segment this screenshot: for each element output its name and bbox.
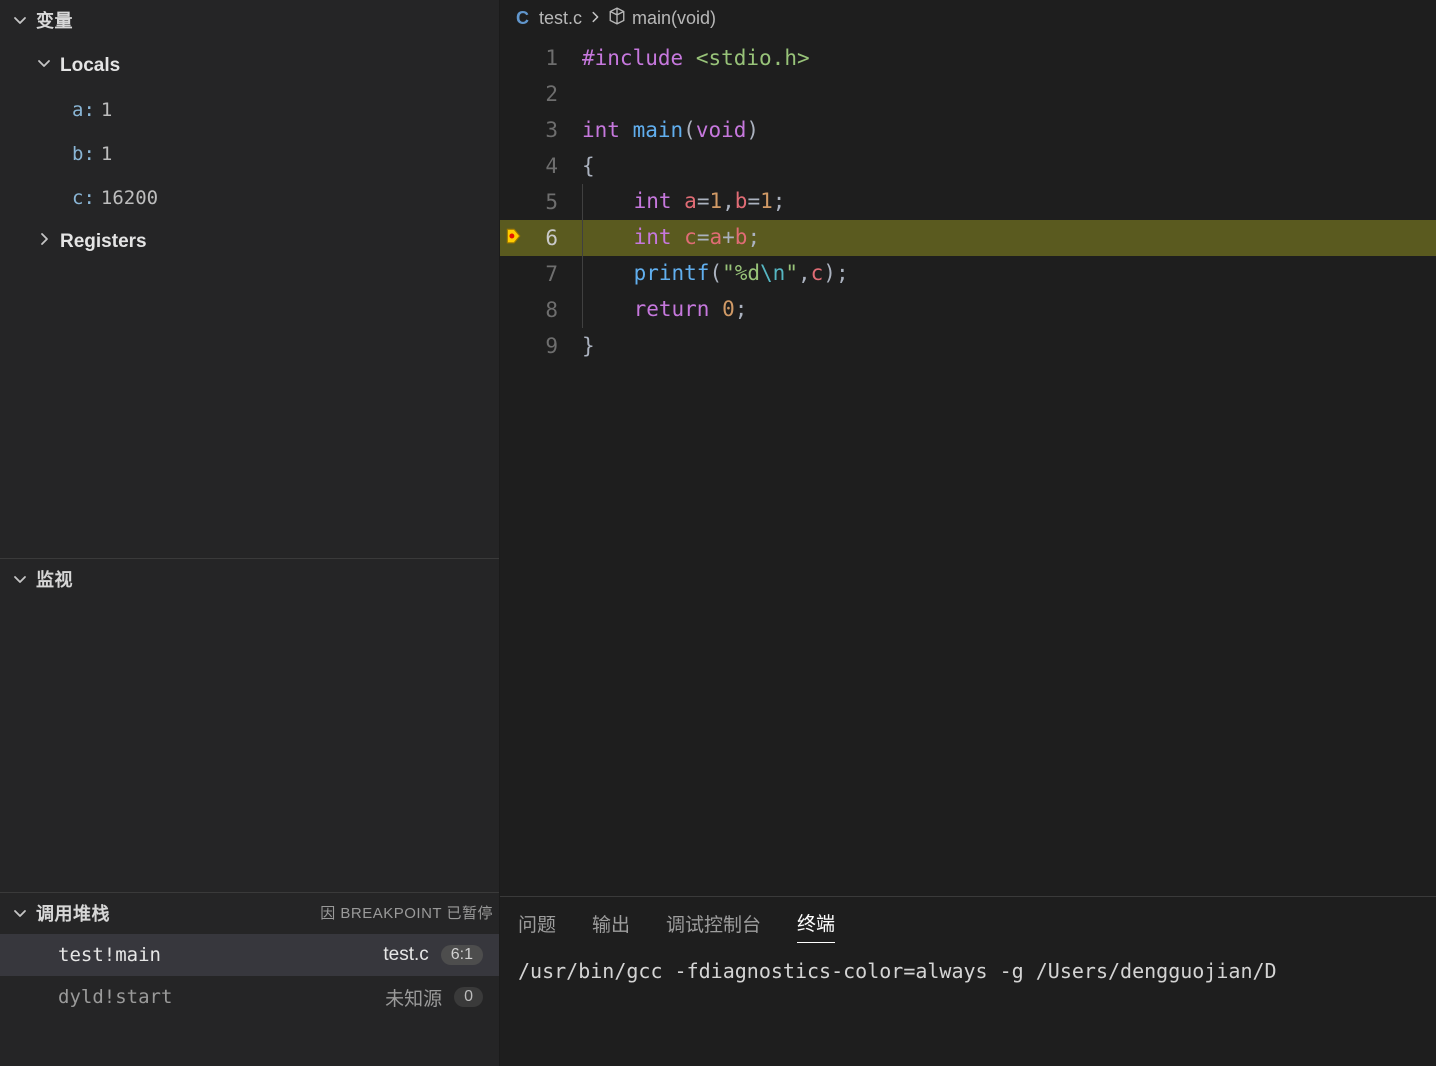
code-line[interactable]: 9}: [500, 328, 1436, 364]
code-line[interactable]: 2: [500, 76, 1436, 112]
var-row[interactable]: c: 16200: [0, 176, 499, 220]
scope-locals[interactable]: Locals: [0, 44, 499, 88]
symbol-icon: [608, 7, 626, 30]
panel-tab-output[interactable]: 输出: [592, 904, 630, 943]
code-line[interactable]: 1#include <stdio.h>: [500, 40, 1436, 76]
stack-frame[interactable]: dyld!start 未知源 0: [0, 976, 499, 1018]
code-text: {: [582, 154, 595, 178]
line-number: 3: [500, 118, 582, 142]
callstack-list: test!main test.c 6:1 dyld!start 未知源 0: [0, 932, 499, 1018]
chevron-right-icon: [36, 231, 54, 253]
line-number: 1: [500, 46, 582, 70]
editor-area: C test.c main(void) 1#include <stdio.h>2…: [500, 0, 1436, 1066]
frame-location-badge: 6:1: [441, 945, 483, 965]
line-number: 2: [500, 82, 582, 106]
code-text: int main(void): [582, 118, 759, 142]
panel-callstack-header[interactable]: 调用堆栈 因 BREAKPOINT 已暂停: [0, 892, 499, 932]
code-text: int a=1,b=1;: [582, 184, 785, 220]
chevron-down-icon: [10, 903, 30, 923]
panel-variables: 变量 Locals a: 1 b: 1 c: 16200: [0, 0, 499, 558]
line-number: 9: [500, 334, 582, 358]
code-text: }: [582, 334, 595, 358]
line-number: 4: [500, 154, 582, 178]
code-line[interactable]: 7 printf("%d\n",c);: [500, 256, 1436, 292]
chevron-down-icon: [10, 10, 30, 30]
panel-tab-terminal[interactable]: 终端: [797, 903, 835, 943]
variables-tree: Locals a: 1 b: 1 c: 16200 Registers: [0, 40, 499, 268]
code-text: return 0;: [582, 292, 747, 328]
debug-sidebar: 变量 Locals a: 1 b: 1 c: 16200: [0, 0, 500, 1066]
panel-callstack: 调用堆栈 因 BREAKPOINT 已暂停 test!main test.c 6…: [0, 892, 499, 1066]
panel-tabs: 问题输出调试控制台终端: [500, 897, 1436, 949]
panel-variables-title: 变量: [36, 7, 73, 33]
code-line[interactable]: 6 int c=a+b;: [500, 220, 1436, 256]
panel-callstack-title: 调用堆栈: [36, 900, 110, 926]
scope-label: Locals: [60, 55, 120, 77]
breadcrumbs[interactable]: C test.c main(void): [500, 0, 1436, 36]
scope-registers[interactable]: Registers: [0, 220, 499, 264]
code-line[interactable]: 8 return 0;: [500, 292, 1436, 328]
terminal-output[interactable]: /usr/bin/gcc -fdiagnostics-color=always …: [500, 949, 1436, 1066]
var-row[interactable]: b: 1: [0, 132, 499, 176]
line-number: 5: [500, 190, 582, 214]
code-line[interactable]: 3int main(void): [500, 112, 1436, 148]
panel-watch-title: 监视: [36, 566, 73, 592]
chevron-right-icon: [588, 8, 602, 29]
code-text: int c=a+b;: [582, 220, 760, 256]
line-number: 6: [500, 226, 582, 250]
var-row[interactable]: a: 1: [0, 88, 499, 132]
scope-label: Registers: [60, 231, 147, 253]
line-number: 8: [500, 298, 582, 322]
panel-variables-header[interactable]: 变量: [0, 0, 499, 40]
panel-watch-header[interactable]: 监视: [0, 558, 499, 598]
bottom-panel: 问题输出调试控制台终端 /usr/bin/gcc -fdiagnostics-c…: [500, 896, 1436, 1066]
code-text: #include <stdio.h>: [582, 46, 810, 70]
code-line[interactable]: 4{: [500, 148, 1436, 184]
stack-frame[interactable]: test!main test.c 6:1: [0, 934, 499, 976]
breadcrumb-symbol[interactable]: main(void): [632, 8, 716, 29]
panel-tab-problems[interactable]: 问题: [518, 904, 556, 943]
breadcrumb-file[interactable]: test.c: [539, 8, 582, 29]
frame-location-badge: 0: [454, 987, 483, 1007]
code-text: [582, 82, 595, 106]
chevron-down-icon: [10, 569, 30, 589]
c-file-icon: C: [516, 8, 529, 29]
callstack-pause-reason: 因 BREAKPOINT 已暂停: [320, 902, 493, 923]
code-text: printf("%d\n",c);: [582, 256, 849, 292]
code-line[interactable]: 5 int a=1,b=1;: [500, 184, 1436, 220]
instruction-pointer-icon: [504, 226, 522, 250]
chevron-down-icon: [36, 55, 54, 77]
line-number: 7: [500, 262, 582, 286]
panel-watch: 监视: [0, 558, 499, 892]
panel-tab-debug-console[interactable]: 调试控制台: [666, 904, 761, 943]
code-editor[interactable]: 1#include <stdio.h>2 3int main(void)4{5 …: [500, 36, 1436, 896]
